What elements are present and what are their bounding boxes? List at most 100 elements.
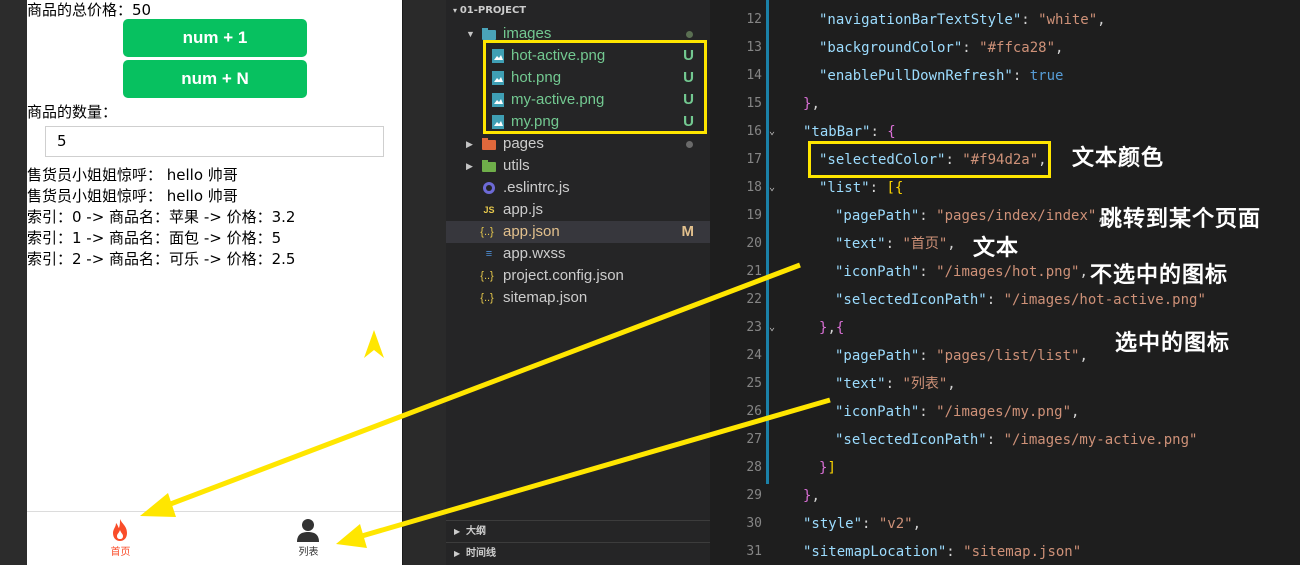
json-key: "selectedIconPath" xyxy=(835,432,987,448)
line-number: 26 xyxy=(746,404,762,419)
tab-home[interactable]: 首页 xyxy=(27,512,214,565)
tab-list[interactable]: 列表 xyxy=(215,512,402,565)
tree-label: app.js xyxy=(503,201,544,218)
utils-folder-icon xyxy=(482,160,496,172)
code-line: "backgroundColor": "#ffca28", xyxy=(819,40,1064,56)
json-key: "selectedIconPath" xyxy=(835,292,987,308)
tree-folder-utils[interactable]: ▶ utils xyxy=(446,155,710,177)
image-folder-icon xyxy=(482,28,496,40)
highlight-box-images xyxy=(483,40,707,134)
json-value: "/images/hot.png" xyxy=(936,264,1080,280)
chevron-right-icon: ▶ xyxy=(454,527,461,536)
line-number: 13 xyxy=(746,40,762,55)
tree-file-app-wxss[interactable]: ≡ app.wxss xyxy=(446,243,710,265)
outline-label: 大纲 xyxy=(466,526,486,537)
tree-file-project-config[interactable]: {..} project.config.json xyxy=(446,265,710,287)
code-line: "iconPath": "/images/hot.png", xyxy=(835,264,1088,280)
code-line: }] xyxy=(819,460,836,476)
line-number: 16 xyxy=(746,124,762,139)
code-line: "pagePath": "pages/index/index", xyxy=(835,208,1105,224)
code-line: "navigationBarTextStyle": "white", xyxy=(819,12,1106,28)
tree-folder-pages[interactable]: ▶ pages xyxy=(446,133,710,155)
tree-file-sitemap[interactable]: {..} sitemap.json xyxy=(446,287,710,309)
num-plus-n-button[interactable]: num + N xyxy=(123,60,307,98)
project-name: 01-PROJECT xyxy=(459,5,527,16)
git-change-bar xyxy=(766,0,769,484)
quantity-input[interactable]: 5 xyxy=(45,126,384,157)
tree-label: sitemap.json xyxy=(503,289,588,306)
highlight-box-selected-color xyxy=(808,141,1051,178)
tree-file-app-json[interactable]: {..} app.json M xyxy=(446,221,710,243)
line-number: 18 xyxy=(746,180,762,195)
json-file-icon: {..} xyxy=(480,226,494,238)
note-text: 文本 xyxy=(973,236,1020,261)
json-key: "iconPath" xyxy=(835,404,920,420)
modified-dot-icon xyxy=(686,31,693,38)
js-file-icon: JS xyxy=(483,205,495,215)
json-value: "首页" xyxy=(902,236,948,252)
json-key: "iconPath" xyxy=(835,264,920,280)
project-header[interactable]: ▾ 01-PROJECT xyxy=(446,0,710,22)
fold-chevron-icon[interactable]: ⌄ xyxy=(769,314,779,342)
json-key: "pagePath" xyxy=(835,208,920,224)
code-line: "list": [{ xyxy=(819,180,904,196)
json-key: "sitemapLocation" xyxy=(803,544,947,560)
json-value: "/images/hot-active.png" xyxy=(1003,292,1206,308)
json-value: "sitemap.json" xyxy=(963,544,1082,560)
json-key: "pagePath" xyxy=(835,348,920,364)
fire-icon xyxy=(113,519,127,541)
chevron-right-icon: ▶ xyxy=(454,549,461,558)
json-value: "white" xyxy=(1038,12,1098,28)
json-value: true xyxy=(1029,68,1064,84)
line-number: 23 xyxy=(746,320,762,335)
code-line: "selectedIconPath": "/images/hot-active.… xyxy=(835,292,1206,308)
json-key: "enablePullDownRefresh" xyxy=(819,68,1013,84)
note-selected-icon: 选中的图标 xyxy=(1115,331,1231,356)
code-line: "style": "v2", xyxy=(803,516,922,532)
chevron-right-icon: ▶ xyxy=(466,139,473,149)
json-value: "v2" xyxy=(878,516,913,532)
line-number: 22 xyxy=(746,292,762,307)
quantity-label: 商品的数量： xyxy=(27,103,118,121)
chevron-down-icon: ▾ xyxy=(453,6,460,15)
outline-section[interactable]: ▶ 大纲 xyxy=(446,520,710,542)
chevron-right-icon: ▶ xyxy=(466,161,473,171)
line-number: 31 xyxy=(746,544,762,559)
tree-label: app.json xyxy=(503,223,560,240)
timeline-section[interactable]: ▶ 时间线 xyxy=(446,542,710,564)
json-key: "style" xyxy=(803,516,863,532)
line-number: 27 xyxy=(746,432,762,447)
json-key: "navigationBarTextStyle" xyxy=(819,12,1022,28)
tree-file-eslintrc[interactable]: .eslintrc.js xyxy=(446,177,710,199)
fold-chevron-icon[interactable]: ⌄ xyxy=(769,118,779,146)
code-line: "pagePath": "pages/list/list", xyxy=(835,348,1088,364)
json-value: "列表" xyxy=(902,376,948,392)
greeting-text: 售货员小姐姐惊呼： hello 帅哥 xyxy=(27,187,238,205)
line-number: 20 xyxy=(746,236,762,251)
tree-label: app.wxss xyxy=(503,245,566,262)
json-value: "pages/index/index" xyxy=(936,208,1097,224)
line-number: 25 xyxy=(746,376,762,391)
note-jump-page: 跳转到某个页面 xyxy=(1100,207,1262,232)
json-value: "/images/my-active.png" xyxy=(1003,432,1198,448)
line-number: 12 xyxy=(746,12,762,27)
line-number: 14 xyxy=(746,68,762,83)
fold-chevron-icon[interactable]: ⌄ xyxy=(769,174,779,202)
code-line: "selectedIconPath": "/images/my-active.p… xyxy=(835,432,1198,448)
code-line: }, xyxy=(803,488,820,504)
tab-bar: 首页 列表 xyxy=(27,511,402,565)
line-number: 29 xyxy=(746,488,762,503)
line-number-gutter: 12 13 14 15 16 17 18 19 20 21 22 23 24 2… xyxy=(710,0,768,565)
code-line: },{ xyxy=(819,320,845,336)
code-line: "text": "列表", xyxy=(835,376,956,392)
cursor-marker-icon xyxy=(364,330,384,358)
phone-simulator: 商品的总价格：50 num + 1 num + N 商品的数量： 5 售货员小姐… xyxy=(27,0,402,565)
product-item: 索引：0 -> 商品名：苹果 -> 价格：3.2 xyxy=(27,208,296,226)
num-plus-1-button[interactable]: num + 1 xyxy=(123,19,307,57)
note-unselected-icon: 不选中的图标 xyxy=(1090,263,1229,288)
note-text-color: 文本颜色 xyxy=(1072,146,1165,171)
tree-file-app-js[interactable]: JS app.js xyxy=(446,199,710,221)
total-price-text: 商品的总价格：50 xyxy=(27,1,152,19)
json-file-icon: {..} xyxy=(480,292,494,304)
json-key: "text" xyxy=(835,236,886,252)
